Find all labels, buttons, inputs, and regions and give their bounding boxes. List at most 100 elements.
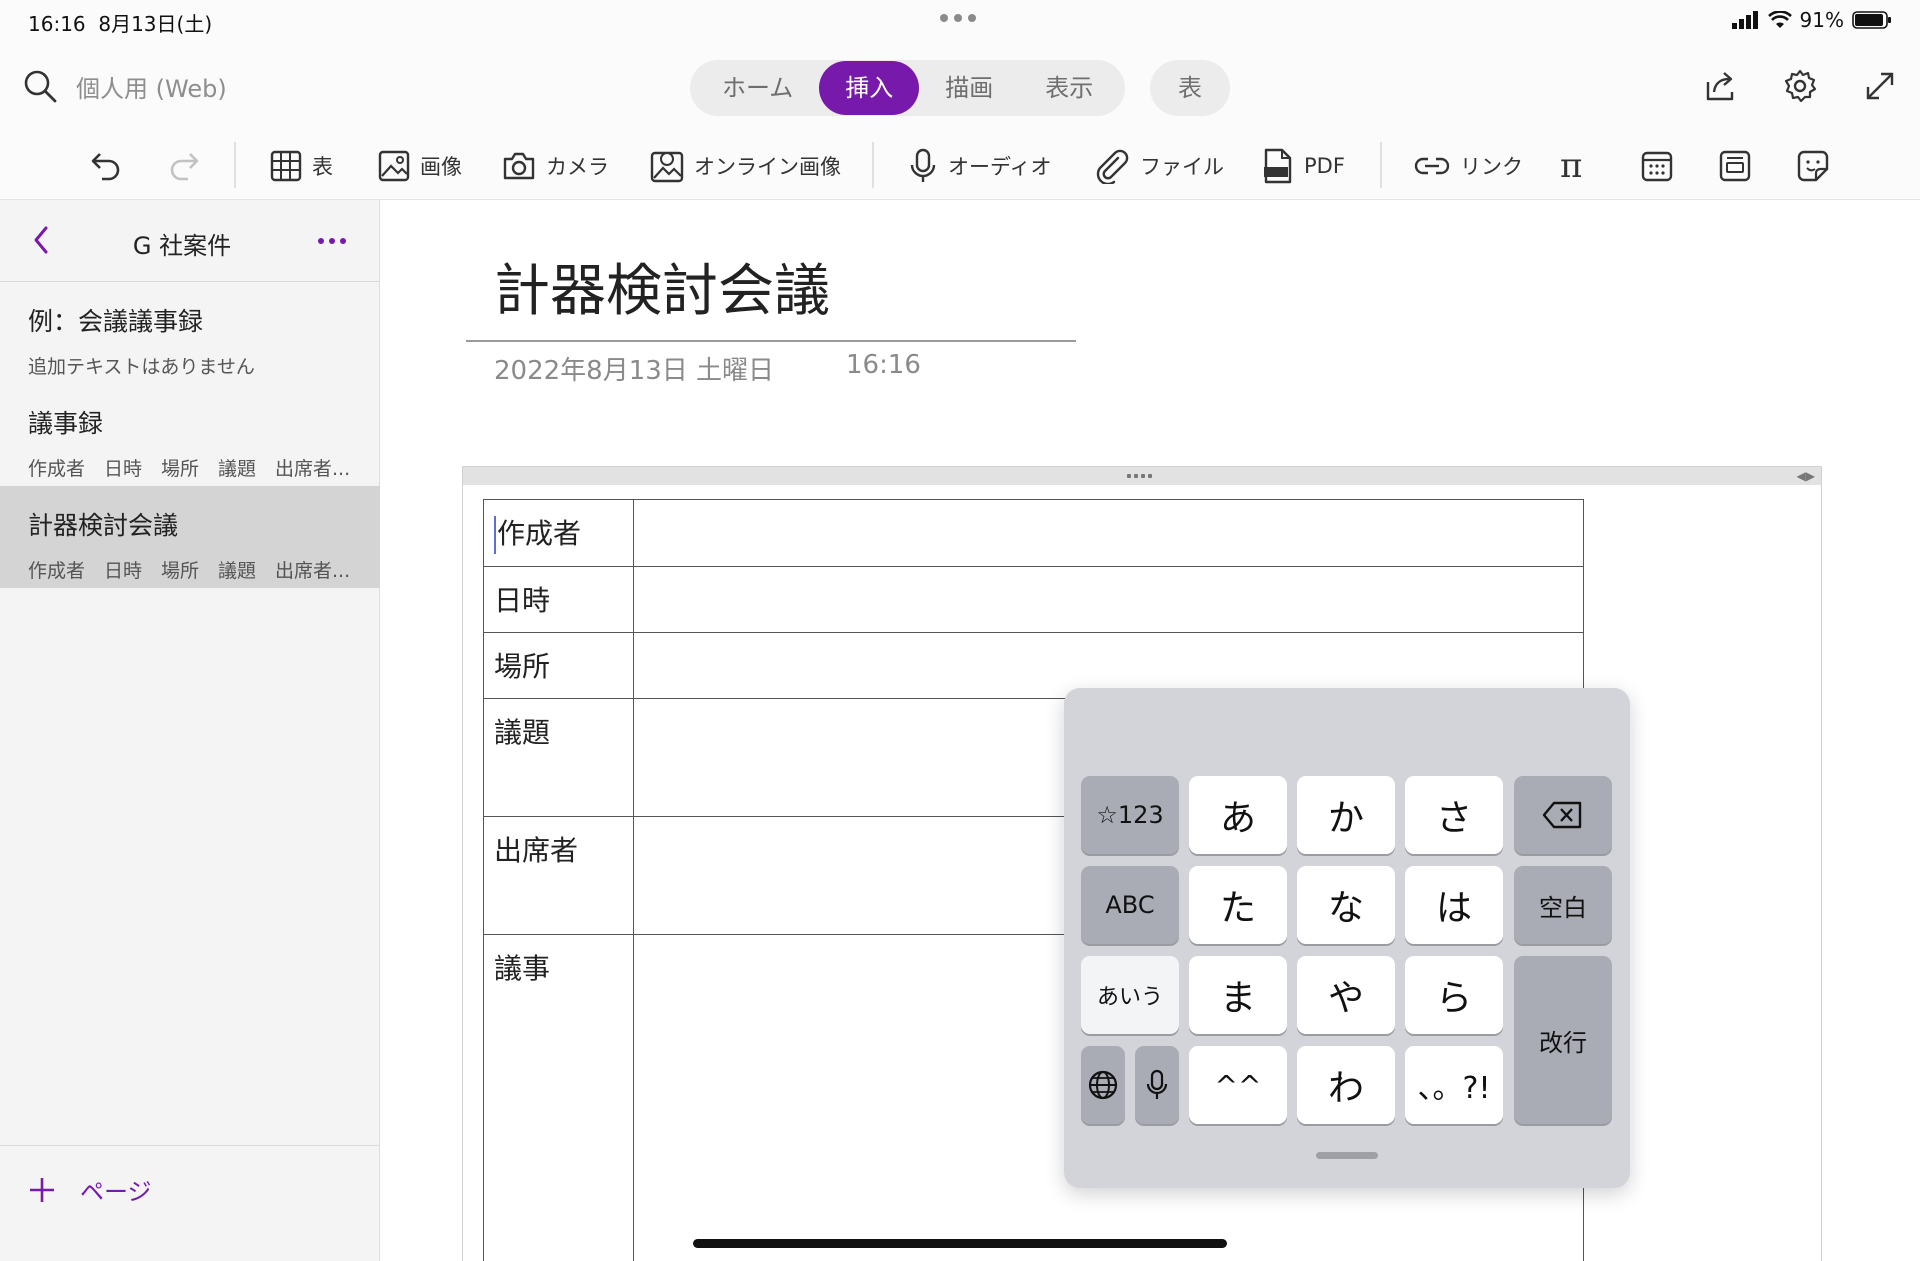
key-na[interactable]: な xyxy=(1297,866,1395,944)
home-indicator[interactable] xyxy=(693,1239,1227,1248)
multitasking-dots-icon[interactable] xyxy=(940,14,976,22)
key-sa[interactable]: さ xyxy=(1405,776,1503,854)
search-area[interactable]: 個人用 (Web) xyxy=(22,68,227,104)
return-key[interactable]: 改行 xyxy=(1514,956,1612,1124)
audio-button[interactable]: オーディオ xyxy=(908,146,1052,186)
page-item-preview: 追加テキストはありません xyxy=(28,356,255,378)
insert-pdf-button[interactable]: PDF xyxy=(1262,146,1345,186)
undo-button[interactable] xyxy=(88,146,124,186)
key-wa[interactable]: わ xyxy=(1297,1046,1395,1124)
table-value-cell[interactable] xyxy=(633,499,1584,567)
tab-insert[interactable]: 挿入 xyxy=(819,61,920,115)
microphone-icon xyxy=(1146,1069,1168,1099)
battery-icon xyxy=(1852,11,1891,29)
table-label-cell[interactable]: 議題 xyxy=(483,698,634,817)
audio-label: オーディオ xyxy=(948,155,1052,179)
status-time: 16:16 8月13日(土) xyxy=(28,12,213,36)
dictation-key[interactable] xyxy=(1135,1046,1179,1124)
expand-icon[interactable] xyxy=(1862,68,1898,104)
pi-icon: π xyxy=(1560,146,1583,186)
page-date: 2022年8月13日 土曜日 xyxy=(494,356,775,386)
key-numbers[interactable]: ☆123 xyxy=(1081,776,1179,854)
sticker-icon xyxy=(1797,150,1829,182)
page-item-title: 例：会議議事録 xyxy=(28,307,204,336)
search-icon[interactable] xyxy=(22,68,58,104)
insert-toolbar: 表 画像 カメラ オンライン画像 オーディオ ファイル PDF リンク π xyxy=(0,132,1920,200)
equation-button[interactable]: π xyxy=(1560,146,1582,186)
key-ra[interactable]: ら xyxy=(1405,956,1503,1034)
status-bar: 16:16 8月13日(土) 91% xyxy=(0,0,1920,40)
key-emoticon[interactable]: ^^ xyxy=(1189,1046,1287,1124)
key-ta[interactable]: た xyxy=(1189,866,1287,944)
link-icon xyxy=(1414,157,1450,175)
table-label-cell[interactable]: 場所 xyxy=(483,632,634,699)
page-title[interactable]: 計器検討会議 xyxy=(494,246,830,327)
attach-file-label: ファイル xyxy=(1140,155,1224,179)
backspace-key[interactable] xyxy=(1514,776,1612,854)
tab-home[interactable]: ホーム xyxy=(696,61,819,115)
table-label-cell[interactable]: 日時 xyxy=(483,566,634,633)
online-image-button[interactable]: オンライン画像 xyxy=(650,146,841,186)
page-item-title: 議事録 xyxy=(28,409,104,438)
tab-view[interactable]: 表示 xyxy=(1019,61,1119,115)
camera-button[interactable]: カメラ xyxy=(502,146,609,186)
table-label-cell[interactable]: 作成者 xyxy=(483,499,634,567)
container-drag-bar[interactable]: ◀▶ xyxy=(463,467,1821,485)
add-page-button[interactable]: ページ xyxy=(28,1172,152,1207)
page-template-button[interactable] xyxy=(1718,146,1752,186)
page-list-item-selected[interactable]: 計器検討会議 作成者 日時 場所 議題 出席者... xyxy=(0,486,380,588)
table-icon xyxy=(270,150,302,182)
battery-percent: 91% xyxy=(1799,8,1844,32)
plus-icon xyxy=(30,1177,54,1202)
status-indicators: 91% xyxy=(1731,8,1892,32)
page-list-item[interactable]: 議事録 作成者 日時 場所 議題 出席者... xyxy=(0,384,380,486)
ribbon-tabs: ホーム 挿入 描画 表示 xyxy=(690,60,1126,116)
space-key[interactable]: 空白 xyxy=(1514,866,1612,944)
toolbar-divider xyxy=(234,142,236,188)
table-row: 作成者 xyxy=(483,499,1584,567)
redo-icon xyxy=(170,153,199,181)
page-time: 16:16 xyxy=(846,350,921,380)
insert-image-button[interactable]: 画像 xyxy=(378,146,462,186)
redo-button[interactable] xyxy=(166,146,202,186)
key-punctuation[interactable]: 、。?! xyxy=(1405,1046,1503,1124)
more-options-icon[interactable] xyxy=(318,238,346,244)
notebook-name[interactable]: 個人用 (Web) xyxy=(76,69,227,104)
date-button[interactable] xyxy=(1640,146,1674,186)
key-abc[interactable]: ABC xyxy=(1081,866,1179,944)
pdf-file-icon xyxy=(1264,148,1292,184)
drag-grip-icon[interactable] xyxy=(1127,474,1152,478)
share-icon[interactable] xyxy=(1702,68,1738,104)
settings-gear-icon[interactable] xyxy=(1782,68,1818,104)
key-ma[interactable]: ま xyxy=(1189,956,1287,1034)
sidebar-footer: ページ xyxy=(0,1145,380,1261)
insert-link-button[interactable]: リンク xyxy=(1414,146,1523,186)
key-ya[interactable]: や xyxy=(1297,956,1395,1034)
resize-arrows-icon[interactable]: ◀▶ xyxy=(1797,469,1815,483)
key-a[interactable]: あ xyxy=(1189,776,1287,854)
table-label-cell[interactable]: 議事 xyxy=(483,934,634,1261)
table-value-cell[interactable] xyxy=(633,566,1584,633)
keyboard-drag-handle[interactable] xyxy=(1316,1152,1378,1159)
page-list-item[interactable]: 例：会議議事録 追加テキストはありません xyxy=(0,282,380,384)
camera-icon xyxy=(503,152,535,180)
sticker-button[interactable] xyxy=(1796,146,1830,186)
image-icon xyxy=(378,150,410,182)
attach-file-button[interactable]: ファイル xyxy=(1094,146,1224,186)
camera-label: カメラ xyxy=(546,155,609,179)
status-date: 8月13日(土) xyxy=(98,12,213,36)
app-header: 個人用 (Web) ホーム 挿入 描画 表示 表 xyxy=(0,40,1920,132)
page-list-sidebar: G 社案件 例：会議議事録 追加テキストはありません 議事録 作成者 日時 場所… xyxy=(0,200,380,1261)
globe-icon xyxy=(1088,1070,1118,1100)
insert-table-button[interactable]: 表 xyxy=(270,146,333,186)
globe-key[interactable] xyxy=(1081,1046,1125,1124)
tab-table[interactable]: 表 xyxy=(1150,60,1230,116)
table-label-cell[interactable]: 出席者 xyxy=(483,816,634,935)
key-ka[interactable]: か xyxy=(1297,776,1395,854)
header-actions xyxy=(1702,68,1898,104)
toolbar-divider xyxy=(1380,142,1382,188)
tab-draw[interactable]: 描画 xyxy=(919,61,1019,115)
key-ha[interactable]: は xyxy=(1405,866,1503,944)
section-title: G 社案件 xyxy=(132,232,232,260)
key-kana-mode[interactable]: あいう xyxy=(1081,956,1179,1034)
